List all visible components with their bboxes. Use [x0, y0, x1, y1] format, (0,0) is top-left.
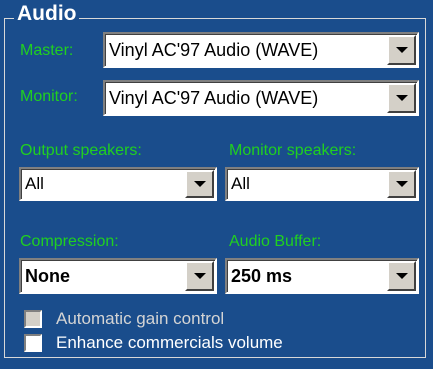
enhance-commercials-volume-checkbox[interactable]	[24, 334, 42, 352]
monitor-speakers-select[interactable]: All	[225, 167, 419, 201]
automatic-gain-control-option[interactable]: Automatic gain control	[24, 308, 224, 330]
automatic-gain-control-label: Automatic gain control	[56, 309, 225, 328]
monitor-speakers-value: All	[231, 174, 250, 193]
monitor-device-value: Vinyl AC'97 Audio (WAVE)	[109, 87, 319, 108]
enhance-commercials-volume-option[interactable]: Enhance commercials volume	[24, 332, 283, 354]
output-speakers-dropdown-button[interactable]	[185, 170, 214, 198]
compression-value: None	[25, 265, 70, 286]
chevron-down-icon	[395, 47, 408, 53]
enhance-commercials-volume-label: Enhance commercials volume	[56, 333, 283, 352]
audio-buffer-value: 250 ms	[231, 265, 293, 286]
chevron-down-icon	[395, 273, 408, 279]
compression-select[interactable]: None	[19, 258, 217, 294]
output-speakers-select[interactable]: All	[19, 167, 217, 201]
monitor-speakers-dropdown-button[interactable]	[387, 170, 416, 198]
master-dropdown-button[interactable]	[387, 35, 416, 65]
chevron-down-icon	[395, 181, 408, 187]
audio-group-title: Audio	[14, 2, 80, 26]
master-device-value: Vinyl AC'97 Audio (WAVE)	[109, 39, 319, 60]
compression-dropdown-button[interactable]	[185, 261, 214, 291]
chevron-down-icon	[193, 181, 206, 187]
monitor-device-select[interactable]: Vinyl AC'97 Audio (WAVE)	[103, 80, 419, 116]
chevron-down-icon	[395, 95, 408, 101]
audio-buffer-dropdown-button[interactable]	[387, 261, 416, 291]
audio-buffer-label: Audio Buffer:	[229, 233, 322, 250]
master-label: Master:	[20, 42, 74, 59]
monitor-speakers-label: Monitor speakers:	[229, 142, 357, 159]
audio-buffer-select[interactable]: 250 ms	[225, 258, 419, 294]
monitor-label: Monitor:	[20, 88, 78, 105]
monitor-dropdown-button[interactable]	[387, 83, 416, 113]
chevron-down-icon	[193, 273, 206, 279]
output-speakers-value: All	[25, 174, 44, 193]
master-device-select[interactable]: Vinyl AC'97 Audio (WAVE)	[103, 32, 419, 68]
compression-label: Compression:	[20, 233, 119, 250]
automatic-gain-control-checkbox[interactable]	[24, 310, 42, 328]
output-speakers-label: Output speakers:	[20, 142, 142, 159]
